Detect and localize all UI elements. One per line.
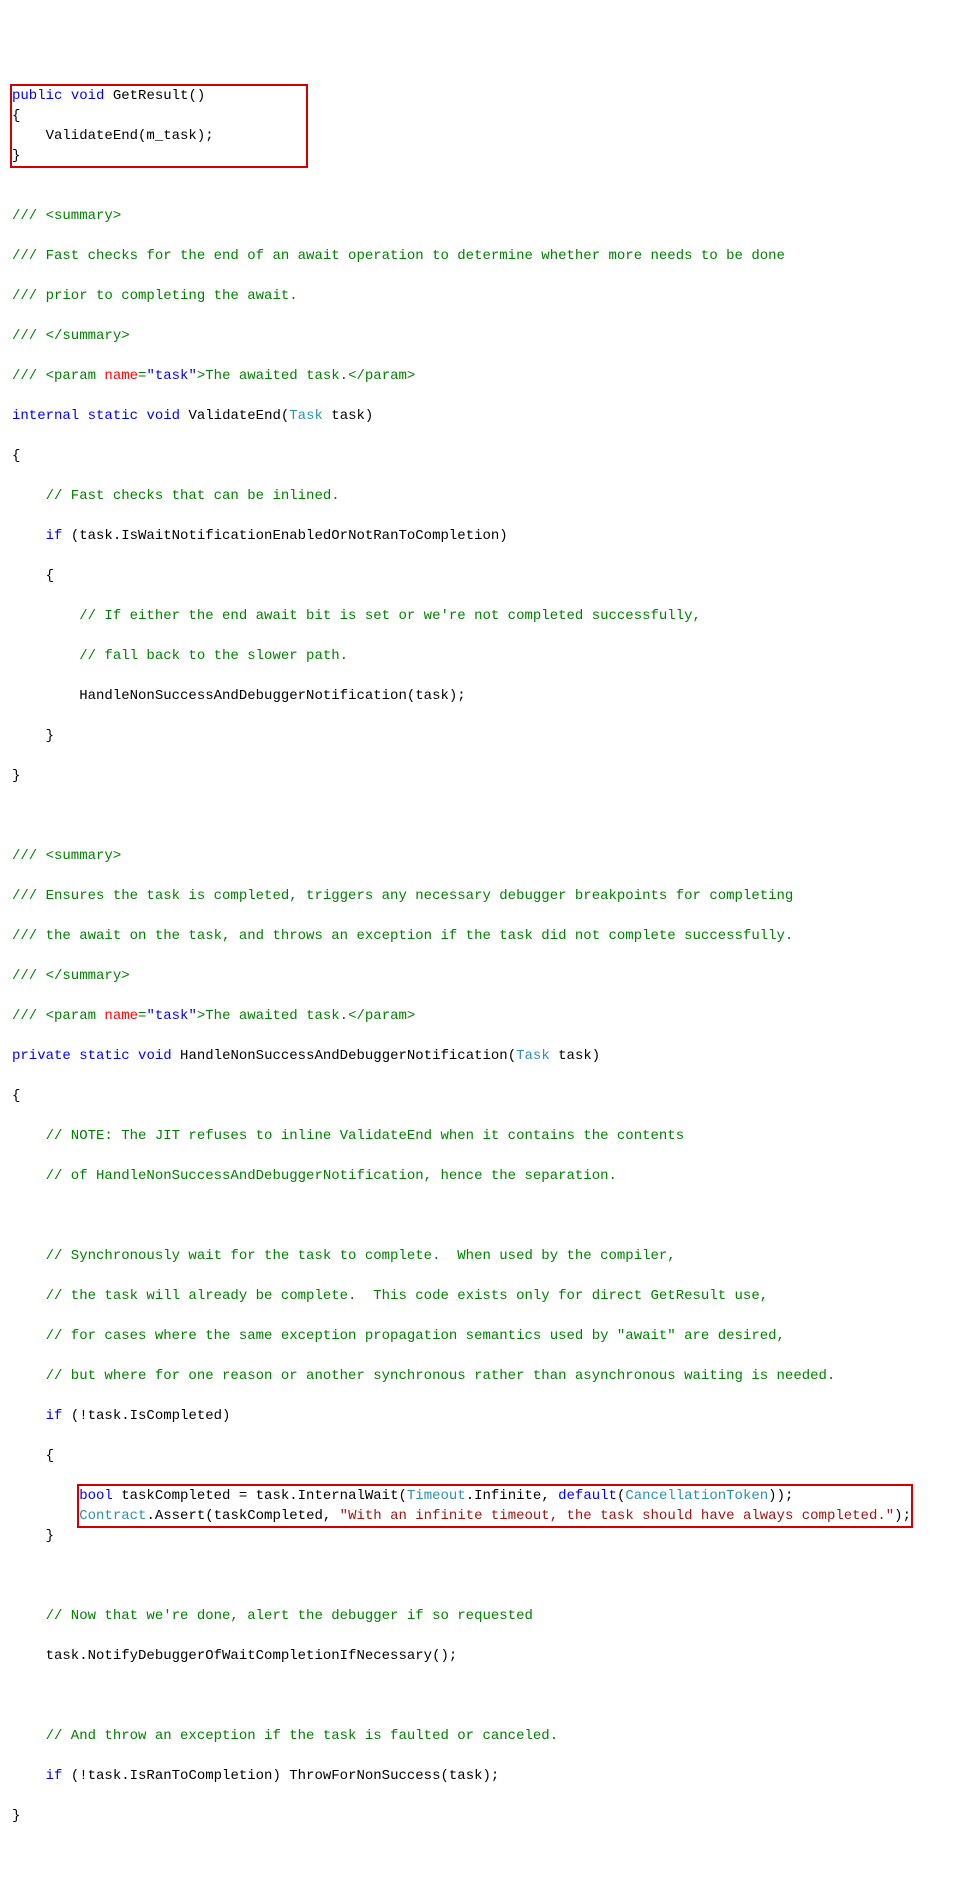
code-blank xyxy=(12,806,961,826)
xmldoc-summary-open: /// <summary> xyxy=(12,846,961,866)
code-line: bool taskCompleted = task.InternalWait(T… xyxy=(79,1486,911,1506)
code-comment: // but where for one reason or another s… xyxy=(12,1366,961,1386)
highlight-box-getresult: public void GetResult() { ValidateEnd(m_… xyxy=(10,84,308,168)
code-comment: // Now that we're done, alert the debugg… xyxy=(12,1606,961,1626)
code-line: if (!task.IsRanToCompletion) ThrowForNon… xyxy=(12,1766,961,1786)
xmldoc-summary-open: /// <summary> xyxy=(12,206,961,226)
code-line: task.NotifyDebuggerOfWaitCompletionIfNec… xyxy=(12,1646,961,1666)
code-line: ValidateEnd(m_task); xyxy=(12,126,306,146)
highlight-box-internalwait: bool taskCompleted = task.InternalWait(T… xyxy=(77,1484,913,1528)
code-line: HandleNonSuccessAndDebuggerNotification(… xyxy=(12,686,961,706)
code-comment: // Fast checks that can be inlined. xyxy=(12,486,961,506)
code-comment: // NOTE: The JIT refuses to inline Valid… xyxy=(12,1126,961,1146)
code-comment: // If either the end await bit is set or… xyxy=(12,606,961,626)
xmldoc-line: /// prior to completing the await. xyxy=(12,286,961,306)
code-line: Contract.Assert(taskCompleted, "With an … xyxy=(79,1506,911,1526)
code-line: public void GetResult() xyxy=(12,86,306,106)
code-line: } xyxy=(12,146,306,166)
code-comment: // And throw an exception if the task is… xyxy=(12,1726,961,1746)
code-line: { xyxy=(12,106,306,126)
method-signature-handlenonsuccess: private static void HandleNonSuccessAndD… xyxy=(12,1046,961,1066)
code-blank xyxy=(12,166,961,186)
code-comment: // the task will already be complete. Th… xyxy=(12,1286,961,1306)
code-blank xyxy=(12,1686,961,1706)
code-comment: // fall back to the slower path. xyxy=(12,646,961,666)
code-blank xyxy=(12,1206,961,1226)
xmldoc-line: /// Fast checks for the end of an await … xyxy=(12,246,961,266)
xmldoc-line: /// the await on the task, and throws an… xyxy=(12,926,961,946)
code-blank xyxy=(12,1566,961,1586)
code-line: } xyxy=(12,726,961,746)
code-line: if (task.IsWaitNotificationEnabledOrNotR… xyxy=(12,526,961,546)
code-line: } xyxy=(12,1526,961,1546)
xmldoc-summary-close: /// </summary> xyxy=(12,326,961,346)
code-line: } xyxy=(12,766,961,786)
xmldoc-param: /// <param name="task">The awaited task.… xyxy=(12,366,961,386)
xmldoc-line: /// Ensures the task is completed, trigg… xyxy=(12,886,961,906)
code-comment: // of HandleNonSuccessAndDebuggerNotific… xyxy=(12,1166,961,1186)
method-signature-validateend: internal static void ValidateEnd(Task ta… xyxy=(12,406,961,426)
code-line: { xyxy=(12,566,961,586)
xmldoc-summary-close: /// </summary> xyxy=(12,966,961,986)
code-line: { xyxy=(12,1446,961,1466)
code-line: { xyxy=(12,1086,961,1106)
code-comment: // for cases where the same exception pr… xyxy=(12,1326,961,1346)
code-comment: // Synchronously wait for the task to co… xyxy=(12,1246,961,1266)
code-line: if (!task.IsCompleted) xyxy=(12,1406,961,1426)
xmldoc-param: /// <param name="task">The awaited task.… xyxy=(12,1006,961,1026)
code-line: { xyxy=(12,446,961,466)
code-line: } xyxy=(12,1806,961,1826)
